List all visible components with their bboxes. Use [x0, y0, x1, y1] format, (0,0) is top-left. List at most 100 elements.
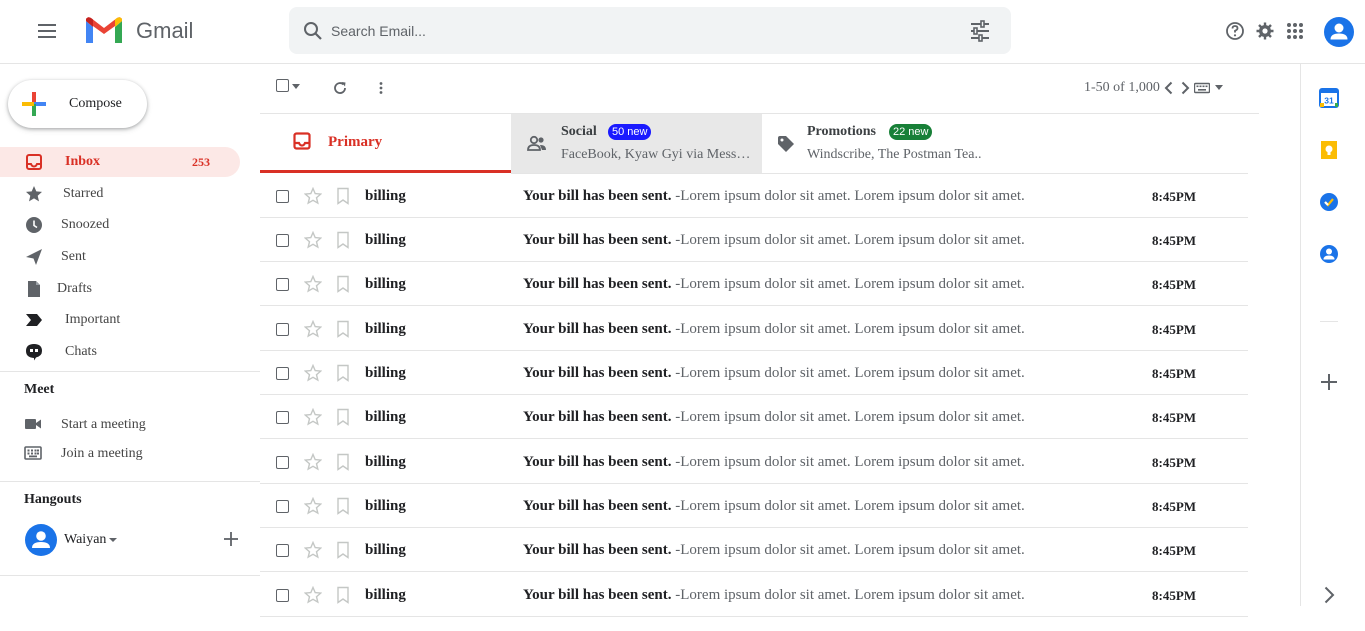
star-outline-icon[interactable]: [304, 408, 322, 426]
row-checkbox[interactable]: [276, 589, 289, 602]
sidebar-item-inbox[interactable]: Inbox 253: [0, 147, 240, 177]
hangouts-user-menu[interactable]: Waiyan: [64, 532, 118, 548]
email-subject: Your bill has been sent. -Lorem ipsum do…: [523, 276, 1025, 292]
send-icon: [26, 249, 42, 265]
expand-panel-chevron-icon[interactable]: [1319, 585, 1339, 605]
select-all-checkbox[interactable]: [276, 79, 289, 92]
input-tools-caret-icon[interactable]: [1215, 85, 1223, 90]
sidebar-item-starred[interactable]: Starred: [0, 179, 240, 209]
bookmark-outline-icon[interactable]: [336, 586, 350, 604]
email-time: 8:45PM: [1152, 366, 1197, 381]
email-row[interactable]: billing Your bill has been sent. -Lorem …: [260, 528, 1248, 572]
bookmark-outline-icon[interactable]: [336, 541, 350, 559]
calendar-icon[interactable]: 31: [1319, 88, 1339, 108]
input-tools-keyboard-icon[interactable]: [1194, 80, 1210, 96]
tab-subtitle: FaceBook, Kyaw Gyi via Messenger: [561, 147, 756, 162]
star-outline-icon[interactable]: [304, 320, 322, 338]
email-row[interactable]: billing Your bill has been sent. -Lorem …: [260, 395, 1248, 439]
email-row[interactable]: billing Your bill has been sent. -Lorem …: [260, 484, 1248, 528]
star-outline-icon[interactable]: [304, 586, 322, 604]
bookmark-outline-icon[interactable]: [336, 320, 350, 338]
email-row[interactable]: billing Your bill has been sent. -Lorem …: [260, 440, 1248, 484]
refresh-icon[interactable]: [332, 80, 348, 96]
email-snippet: -Lorem ipsum dolor sit amet. Lorem ipsum…: [675, 276, 1025, 292]
email-snippet: -Lorem ipsum dolor sit amet. Lorem ipsum…: [675, 409, 1025, 425]
star-outline-icon[interactable]: [304, 187, 322, 205]
bookmark-outline-icon[interactable]: [336, 275, 350, 293]
row-checkbox[interactable]: [276, 323, 289, 336]
main-menu-icon[interactable]: [36, 20, 58, 42]
search-input[interactable]: [331, 17, 951, 44]
sidebar-item-chats[interactable]: Chats: [0, 337, 240, 367]
star-outline-icon[interactable]: [304, 453, 322, 471]
top-bar: Gmail: [0, 0, 1365, 64]
email-row[interactable]: billing Your bill has been sent. -Lorem …: [260, 307, 1248, 351]
add-apps-plus-icon[interactable]: [1319, 372, 1339, 392]
compose-button[interactable]: Compose: [8, 80, 147, 128]
email-sender: billing: [365, 409, 406, 425]
bookmark-outline-icon[interactable]: [336, 187, 350, 205]
star-outline-icon[interactable]: [304, 541, 322, 559]
email-row[interactable]: billing Your bill has been sent. -Lorem …: [260, 573, 1248, 617]
search-icon[interactable]: [303, 21, 323, 41]
search-bar: [289, 7, 1011, 54]
star-outline-icon[interactable]: [304, 231, 322, 249]
more-vert-icon[interactable]: [373, 80, 389, 96]
tab-title: Promotions: [807, 124, 876, 139]
sidebar-item-drafts[interactable]: Drafts: [0, 274, 240, 304]
meet-item-label: Join a meeting: [61, 446, 143, 461]
join-meeting-button[interactable]: Join a meeting: [0, 440, 240, 466]
sidebar-item-label: Drafts: [57, 281, 92, 296]
bookmark-outline-icon[interactable]: [336, 497, 350, 515]
tab-promotions[interactable]: Promotions 22 new Windscribe, The Postma…: [762, 114, 1013, 173]
row-checkbox[interactable]: [276, 500, 289, 513]
bookmark-outline-icon[interactable]: [336, 408, 350, 426]
star-outline-icon[interactable]: [304, 364, 322, 382]
add-icon[interactable]: [222, 530, 240, 548]
chevron-right-icon[interactable]: [1177, 80, 1193, 96]
email-row[interactable]: billing Your bill has been sent. -Lorem …: [260, 351, 1248, 395]
account-avatar[interactable]: [1324, 17, 1354, 47]
tasks-icon[interactable]: [1319, 192, 1339, 212]
select-options-caret-icon[interactable]: [292, 84, 300, 89]
email-row[interactable]: billing Your bill has been sent. -Lorem …: [260, 218, 1248, 262]
email-subject: Your bill has been sent. -Lorem ipsum do…: [523, 365, 1025, 381]
tab-social[interactable]: Social 50 new FaceBook, Kyaw Gyi via Mes…: [511, 114, 762, 173]
keep-icon[interactable]: [1319, 140, 1339, 160]
row-checkbox[interactable]: [276, 367, 289, 380]
email-row[interactable]: billing Your bill has been sent. -Lorem …: [260, 262, 1248, 306]
start-meeting-button[interactable]: Start a meeting: [0, 411, 240, 437]
contacts-icon[interactable]: [1319, 244, 1339, 264]
row-checkbox[interactable]: [276, 544, 289, 557]
tune-icon[interactable]: [969, 20, 991, 42]
tab-primary[interactable]: Primary: [260, 114, 511, 173]
email-sender: billing: [365, 365, 406, 381]
star-outline-icon[interactable]: [304, 275, 322, 293]
row-checkbox[interactable]: [276, 234, 289, 247]
chevron-left-icon[interactable]: [1161, 80, 1177, 96]
sidebar-item-snoozed[interactable]: Snoozed: [0, 210, 240, 240]
row-checkbox[interactable]: [276, 456, 289, 469]
bookmark-outline-icon[interactable]: [336, 231, 350, 249]
file-icon: [28, 281, 40, 297]
email-row[interactable]: billing Your bill has been sent. -Lorem …: [260, 174, 1248, 218]
email-subject: Your bill has been sent. -Lorem ipsum do…: [523, 498, 1025, 514]
sidebar-item-important[interactable]: Important: [0, 305, 240, 335]
bookmark-outline-icon[interactable]: [336, 364, 350, 382]
row-checkbox[interactable]: [276, 411, 289, 424]
star-outline-icon[interactable]: [304, 497, 322, 515]
new-count-badge: 22 new: [889, 124, 933, 140]
row-checkbox[interactable]: [276, 190, 289, 203]
row-checkbox[interactable]: [276, 278, 289, 291]
sidebar-item-sent[interactable]: Sent: [0, 242, 240, 272]
unread-count: 253: [192, 155, 210, 169]
meet-section-title: Meet: [24, 382, 55, 397]
right-panel-border: [1300, 64, 1301, 606]
email-snippet: -Lorem ipsum dolor sit amet. Lorem ipsum…: [675, 542, 1025, 558]
apps-grid-icon[interactable]: [1285, 21, 1305, 41]
help-icon[interactable]: [1225, 21, 1245, 41]
email-time: 8:45PM: [1152, 410, 1197, 425]
settings-gear-icon[interactable]: [1255, 21, 1275, 41]
inbox-icon: [293, 132, 311, 150]
bookmark-outline-icon[interactable]: [336, 453, 350, 471]
